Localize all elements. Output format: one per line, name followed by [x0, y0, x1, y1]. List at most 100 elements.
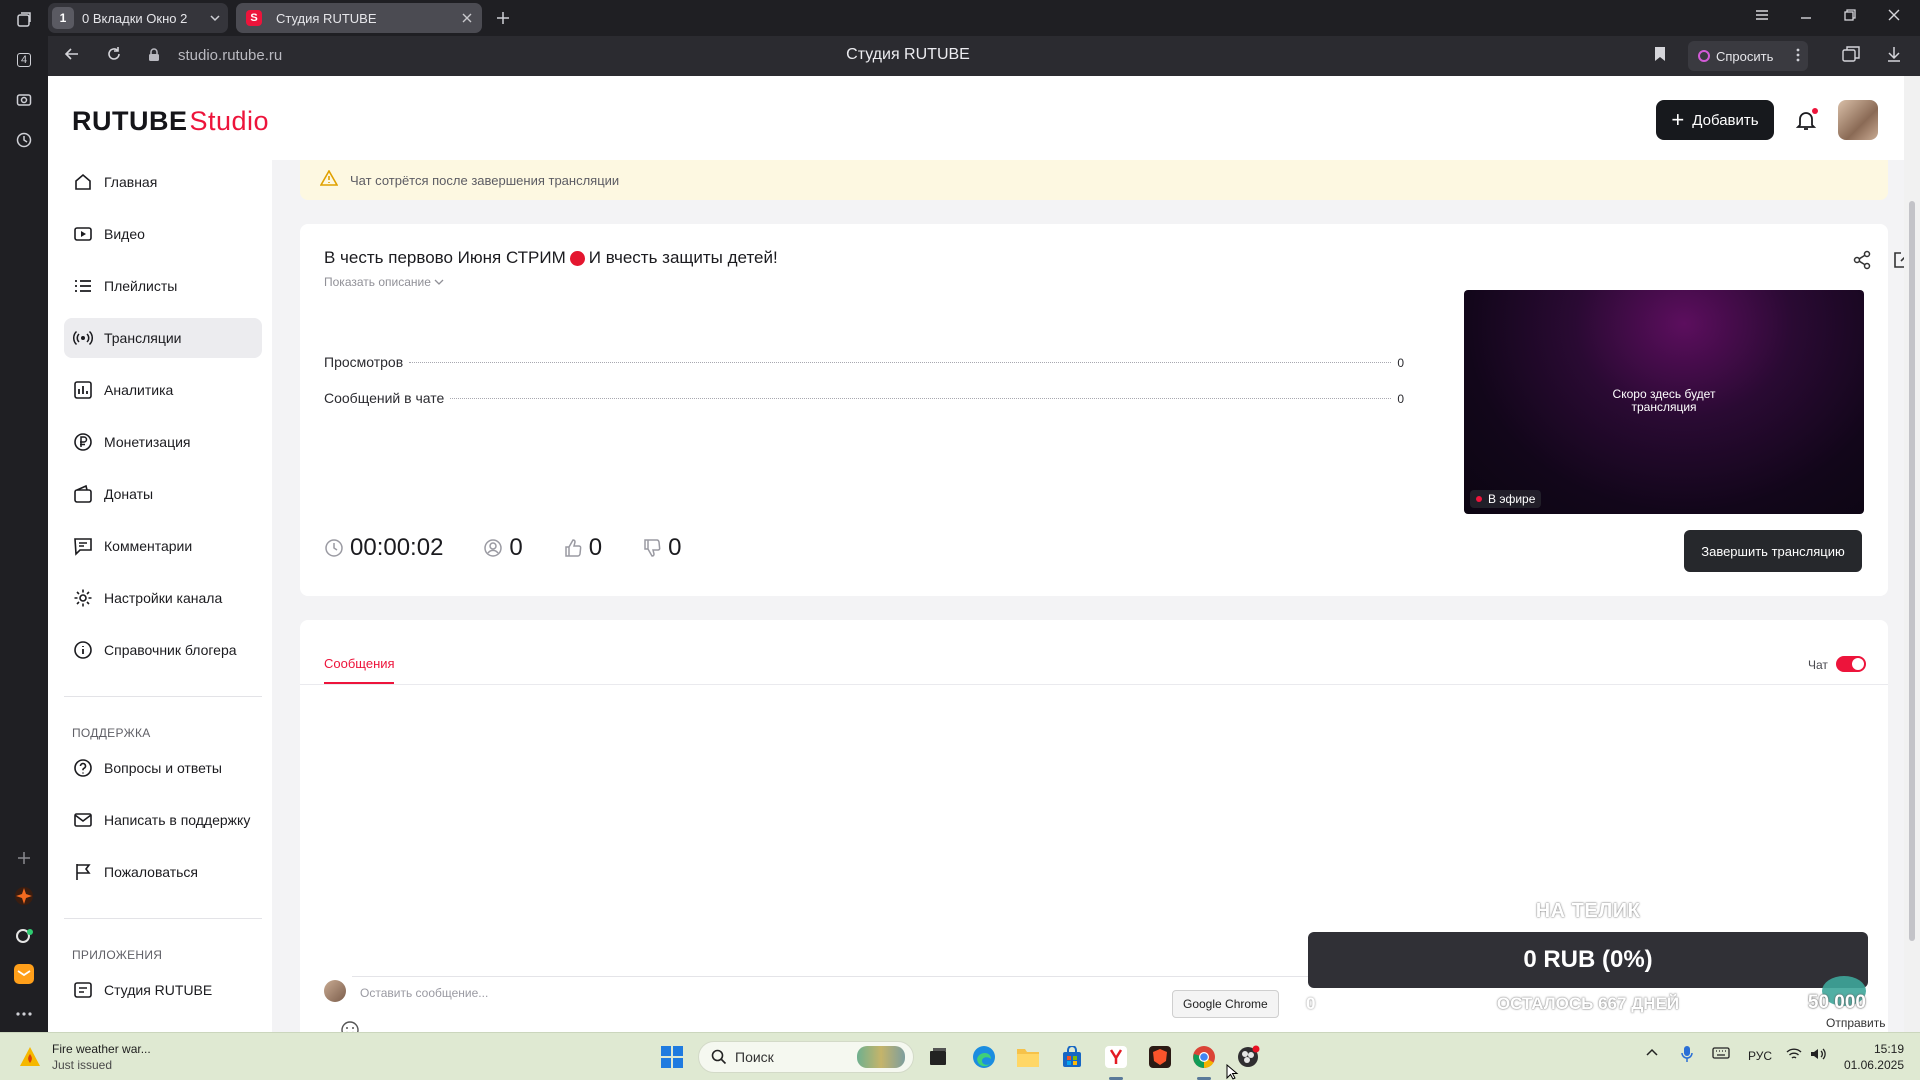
- donation-goal-overlay: НА ТЕЛИК 0 RUB (0%) 0 ОСТАЛОСЬ 667 ДНЕЙ …: [1306, 890, 1870, 1030]
- taskbar-search[interactable]: Поиск: [698, 1041, 914, 1073]
- sidebar-item-write-support[interactable]: Написать в поддержку: [64, 800, 262, 840]
- add-button-label: Добавить: [1692, 111, 1759, 129]
- system-clock[interactable]: 15:19 01.06.2025: [1840, 1041, 1904, 1073]
- edge-browser-icon[interactable]: [970, 1043, 998, 1071]
- yandex-browser-icon[interactable]: [1102, 1043, 1130, 1071]
- info-icon: [72, 639, 94, 661]
- preview-placeholder-text: Скоро здесь будет трансляция: [1464, 388, 1864, 414]
- screenshot-icon[interactable]: [12, 88, 36, 112]
- share-icon[interactable]: [1852, 250, 1874, 272]
- sidebar-item-monetization[interactable]: Монетизация: [64, 422, 262, 462]
- history-icon[interactable]: [12, 128, 36, 152]
- notification-dot: [1812, 108, 1818, 114]
- weather-widget[interactable]: Fire weather war... Just issued: [18, 1041, 151, 1073]
- tab-count-badge[interactable]: 4: [12, 48, 36, 72]
- sidebar-item-playlists[interactable]: Плейлисты: [64, 266, 262, 306]
- restore-icon[interactable]: [1844, 8, 1856, 24]
- search-highlight-image: [857, 1046, 905, 1068]
- likes-counter: 0: [563, 534, 602, 562]
- close-icon[interactable]: [462, 11, 472, 26]
- chevron-down-icon[interactable]: [210, 11, 220, 26]
- show-description-link[interactable]: Показать описание: [324, 275, 444, 289]
- sidebar-item-video[interactable]: Видео: [64, 214, 262, 254]
- volume-icon[interactable]: [1810, 1047, 1826, 1064]
- flag-icon: [72, 861, 94, 883]
- tab-active[interactable]: S Студия RUTUBE: [236, 3, 482, 33]
- task-view-icon[interactable]: [924, 1043, 952, 1071]
- wifi-icon[interactable]: [1786, 1047, 1802, 1064]
- more-icon[interactable]: [12, 1002, 36, 1026]
- sidebar-item-donations[interactable]: Донаты: [64, 474, 262, 514]
- user-avatar[interactable]: [1838, 100, 1878, 140]
- studio-icon: [72, 979, 94, 1001]
- close-window-icon[interactable]: [1888, 8, 1900, 24]
- add-panel-icon[interactable]: [12, 846, 36, 870]
- search-icon: [711, 1049, 727, 1065]
- chat-toggle[interactable]: [1836, 656, 1866, 672]
- store-icon[interactable]: [1058, 1043, 1086, 1071]
- question-icon: [72, 757, 94, 779]
- sidebar-item-faq[interactable]: Вопросы и ответы: [64, 748, 262, 788]
- browser-tab-bar: 1 0 Вкладки Окно 2 S Студия RUTUBE: [48, 0, 1920, 36]
- tab-title: Студия RUTUBE: [276, 10, 377, 26]
- sidebar-item-label: Вопросы и ответы: [104, 760, 222, 776]
- chrome-icon[interactable]: [1190, 1043, 1218, 1071]
- tabs-panel-icon[interactable]: [12, 8, 36, 32]
- keyboard-icon[interactable]: [1712, 1047, 1730, 1062]
- tab-group[interactable]: 1 0 Вкладки Окно 2: [48, 3, 228, 33]
- stat-views: Просмотров 0: [324, 354, 1404, 370]
- end-broadcast-button[interactable]: Завершить трансляцию: [1684, 530, 1862, 572]
- page-scrollbar[interactable]: [1904, 76, 1920, 1032]
- microphone-icon[interactable]: [1680, 1045, 1694, 1066]
- sidebar-item-complain[interactable]: Пожаловаться: [64, 852, 262, 892]
- stream-counters: 00:00:02 0 0 0: [324, 534, 722, 562]
- more-vertical-icon[interactable]: [1796, 48, 1800, 65]
- collections-icon[interactable]: [1842, 46, 1860, 67]
- chat-warning-banner: Чат сотрётся после завершения трансляции: [300, 160, 1888, 200]
- thumbs-down-icon: [642, 538, 662, 558]
- file-explorer-icon[interactable]: [1014, 1043, 1042, 1071]
- external-link-icon[interactable]: [1892, 250, 1904, 272]
- sidebar-item-blogger-guide[interactable]: Справочник блогера: [64, 630, 262, 670]
- language-indicator[interactable]: РУС: [1748, 1049, 1772, 1063]
- stat-value: 0: [1397, 356, 1404, 370]
- gear-icon: [72, 587, 94, 609]
- stream-preview[interactable]: Скоро здесь будет трансляция В эфире: [1464, 290, 1864, 514]
- tab-group-label: 0 Вкладки Окно 2: [82, 10, 188, 26]
- stat-chat-messages: Сообщений в чате 0: [324, 390, 1404, 406]
- sidebar-item-analytics[interactable]: Аналитика: [64, 370, 262, 410]
- chat-message-input[interactable]: [360, 984, 1060, 1002]
- emoji-icon[interactable]: [340, 1020, 362, 1032]
- scrollbar-thumb[interactable]: [1909, 201, 1915, 941]
- rutube-studio-logo[interactable]: RUTUBEStudio: [72, 106, 269, 137]
- app-icon-mail[interactable]: [12, 962, 36, 986]
- menu-icon[interactable]: [1755, 8, 1769, 24]
- sidebar-item-channel-settings[interactable]: Настройки канала: [64, 578, 262, 618]
- download-icon[interactable]: [1886, 46, 1902, 67]
- sidebar-item-home[interactable]: Главная: [64, 162, 262, 202]
- apps-heading: ПРИЛОЖЕНИЯ: [72, 948, 163, 962]
- mail-icon: [72, 809, 94, 831]
- sidebar-item-rutube-studio-app[interactable]: Студия RUTUBE: [64, 970, 262, 1010]
- new-tab-button[interactable]: [492, 7, 514, 29]
- weather-text: Fire weather war... Just issued: [52, 1041, 151, 1073]
- minimize-icon[interactable]: [1800, 8, 1812, 24]
- windows-start-icon[interactable]: [658, 1043, 686, 1071]
- chevron-up-icon[interactable]: [1646, 1047, 1658, 1062]
- add-button[interactable]: + Добавить: [1656, 100, 1774, 140]
- browser-side-panel: 4: [0, 0, 48, 1032]
- sidebar-item-broadcasts[interactable]: Трансляции: [64, 318, 262, 358]
- app-icon-orange[interactable]: [12, 884, 36, 908]
- ask-button[interactable]: Спросить: [1688, 41, 1808, 71]
- app-icon-green[interactable]: [12, 924, 36, 948]
- warning-text: Чат сотрётся после завершения трансляции: [350, 172, 620, 188]
- tab-messages[interactable]: Сообщения: [324, 656, 395, 671]
- chat-toggle-label: Чат: [1808, 658, 1828, 672]
- duration-counter: 00:00:02: [324, 534, 443, 562]
- sidebar-item-comments[interactable]: Комментарии: [64, 526, 262, 566]
- brave-icon[interactable]: [1146, 1043, 1174, 1071]
- bookmark-icon[interactable]: [1654, 46, 1666, 67]
- clock-time: 15:19: [1873, 1042, 1904, 1056]
- notifications-bell-icon[interactable]: [1794, 108, 1820, 134]
- browser-address-bar: studio.rutube.ru Студия RUTUBE Спросить: [48, 36, 1920, 76]
